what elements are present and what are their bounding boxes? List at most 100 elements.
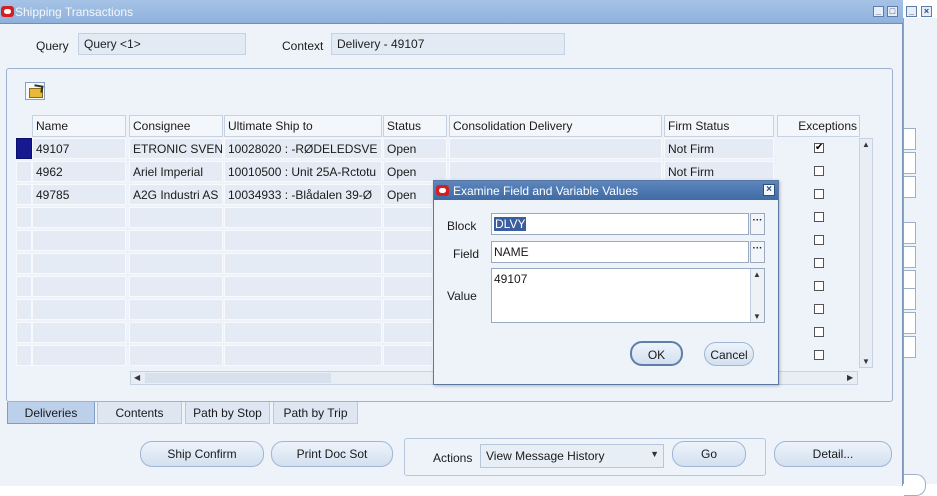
exceptions-checkbox[interactable] — [814, 235, 824, 245]
empty-cell[interactable] — [383, 299, 433, 320]
minimize-icon[interactable]: _ — [873, 6, 884, 17]
tab-deliveries[interactable]: Deliveries — [7, 402, 95, 424]
context-field[interactable]: Delivery - 49107 — [331, 33, 565, 55]
scroll-up-icon[interactable]: ▲ — [753, 270, 761, 279]
column-header-consignee[interactable]: Consignee — [129, 115, 223, 137]
empty-cell[interactable] — [32, 276, 126, 297]
empty-cell[interactable] — [129, 230, 223, 251]
exceptions-checkbox[interactable] — [814, 258, 824, 268]
row-selector[interactable] — [16, 322, 32, 343]
empty-cell[interactable] — [224, 276, 382, 297]
detail-button[interactable]: Detail... — [774, 441, 892, 467]
empty-cell[interactable] — [383, 276, 433, 297]
cell-name[interactable]: 4962 — [32, 161, 126, 182]
cell-ultimate-ship-to[interactable]: 10010500 : Unit 25A-Rctotu — [224, 161, 382, 182]
row-selector[interactable] — [16, 299, 32, 320]
cell-firm-status[interactable]: Not Firm — [664, 161, 774, 182]
empty-cell[interactable] — [383, 322, 433, 343]
background-button[interactable] — [904, 474, 926, 496]
exceptions-checkbox[interactable] — [814, 281, 824, 291]
row-selector[interactable] — [16, 253, 32, 274]
empty-cell[interactable] — [224, 322, 382, 343]
cell-consignee[interactable]: A2G Industri AS — [129, 184, 223, 205]
tab-path-by-trip[interactable]: Path by Trip — [273, 402, 358, 424]
row-selector[interactable] — [16, 276, 32, 297]
exceptions-checkbox-checked[interactable]: ✔ — [814, 143, 824, 153]
cell-consolidation-delivery[interactable] — [449, 138, 662, 159]
cell-consignee[interactable]: Ariel Imperial — [129, 161, 223, 182]
actions-select[interactable]: View Message History ▼ — [480, 444, 664, 468]
cell-status[interactable]: Open — [383, 161, 447, 182]
empty-cell[interactable] — [224, 299, 382, 320]
empty-cell[interactable] — [224, 207, 382, 228]
ok-button[interactable]: OK — [630, 341, 683, 366]
empty-cell[interactable] — [32, 345, 126, 366]
open-folder-icon[interactable] — [25, 82, 45, 100]
empty-cell[interactable] — [224, 253, 382, 274]
cell-status[interactable]: Open — [383, 138, 447, 159]
column-header-status[interactable]: Status — [383, 115, 447, 137]
exceptions-checkbox[interactable] — [814, 212, 824, 222]
empty-cell[interactable] — [129, 207, 223, 228]
exceptions-checkbox[interactable] — [814, 189, 824, 199]
dialog-title-bar[interactable]: Examine Field and Variable Values × — [434, 181, 778, 200]
empty-cell[interactable] — [383, 345, 433, 366]
column-header-ultimate-ship-to[interactable]: Ultimate Ship to — [224, 115, 382, 137]
empty-cell[interactable] — [224, 345, 382, 366]
cell-ultimate-ship-to[interactable]: 10028020 : -RØDELEDSVE — [224, 138, 382, 159]
empty-cell[interactable] — [129, 345, 223, 366]
cancel-button[interactable]: Cancel — [704, 342, 754, 366]
scroll-down-icon[interactable]: ▼ — [862, 357, 870, 366]
cell-ultimate-ship-to[interactable]: 10034933 : -Blådalen 39-Ø — [224, 184, 382, 205]
value-scrollbar[interactable]: ▲ ▼ — [750, 269, 764, 322]
row-selector[interactable] — [16, 230, 32, 251]
row-selector[interactable] — [16, 345, 32, 366]
close-icon[interactable]: × — [763, 184, 775, 196]
row-selector[interactable] — [16, 184, 32, 205]
empty-cell[interactable] — [129, 253, 223, 274]
column-header-consolidation-delivery[interactable]: Consolidation Delivery — [449, 115, 662, 137]
vertical-scrollbar[interactable]: ▲ ▼ — [859, 138, 873, 368]
print-doc-set-button[interactable]: Print Doc Sot — [271, 441, 393, 467]
empty-cell[interactable] — [32, 253, 126, 274]
cell-consignee[interactable]: ETRONIC SVEN — [129, 138, 223, 159]
scroll-down-icon[interactable]: ▼ — [753, 312, 761, 321]
go-button[interactable]: Go — [672, 441, 746, 467]
column-header-name[interactable]: Name — [32, 115, 126, 137]
tab-path-by-stop[interactable]: Path by Stop — [185, 402, 270, 424]
close-icon[interactable]: × — [921, 6, 932, 17]
empty-cell[interactable] — [32, 207, 126, 228]
empty-cell[interactable] — [129, 322, 223, 343]
empty-cell[interactable] — [32, 322, 126, 343]
empty-cell[interactable] — [383, 207, 433, 228]
block-field[interactable]: DLVY — [491, 213, 749, 235]
scroll-right-icon[interactable]: ▶ — [847, 373, 853, 382]
background-window-minimize-icon[interactable]: _ — [906, 6, 917, 17]
empty-cell[interactable] — [224, 230, 382, 251]
cell-name[interactable]: 49107 — [32, 138, 126, 159]
cell-name[interactable]: 49785 — [32, 184, 126, 205]
exceptions-checkbox[interactable] — [814, 350, 824, 360]
empty-cell[interactable] — [383, 253, 433, 274]
scroll-up-icon[interactable]: ▲ — [862, 140, 870, 149]
query-field[interactable]: Query <1> — [78, 33, 246, 55]
empty-cell[interactable] — [129, 276, 223, 297]
column-header-firm-status[interactable]: Firm Status — [664, 115, 774, 137]
field-field[interactable]: NAME — [491, 241, 749, 263]
row-selector-active[interactable] — [16, 138, 32, 159]
cell-firm-status[interactable]: Not Firm — [664, 138, 774, 159]
row-selector[interactable] — [16, 207, 32, 228]
maximize-icon[interactable]: □ — [887, 6, 898, 17]
scroll-left-icon[interactable]: ◀ — [134, 373, 140, 382]
empty-cell[interactable] — [32, 299, 126, 320]
empty-cell[interactable] — [383, 230, 433, 251]
cell-consolidation-delivery[interactable] — [449, 161, 662, 182]
column-header-exceptions[interactable]: Exceptions — [777, 115, 860, 137]
exceptions-checkbox[interactable] — [814, 166, 824, 176]
row-selector[interactable] — [16, 161, 32, 182]
block-list-of-values-button[interactable]: ··· — [750, 213, 765, 235]
exceptions-checkbox[interactable] — [814, 304, 824, 314]
ship-confirm-button[interactable]: Ship Confirm — [140, 441, 264, 467]
horizontal-scroll-thumb[interactable] — [145, 373, 331, 383]
field-list-of-values-button[interactable]: ··· — [750, 241, 765, 263]
